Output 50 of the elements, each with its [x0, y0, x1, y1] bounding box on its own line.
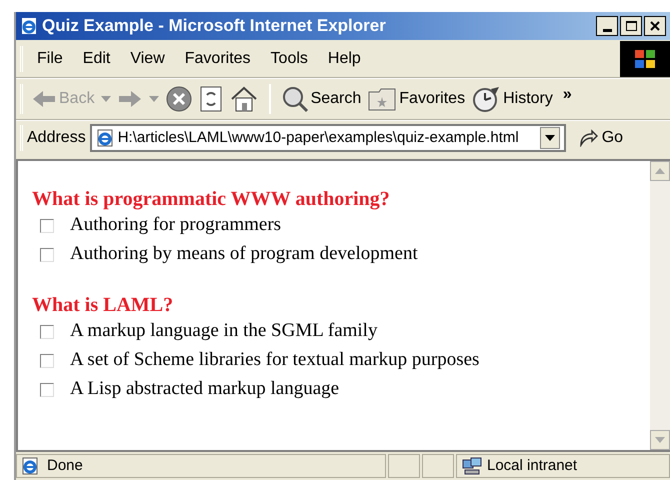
go-button[interactable]: Go	[578, 126, 624, 150]
menu-item[interactable]: File	[31, 46, 69, 70]
status-panel	[388, 454, 420, 478]
history-button[interactable]: History	[471, 85, 553, 113]
more-button[interactable]: »	[562, 83, 572, 107]
close-icon[interactable]	[644, 16, 666, 36]
menu-item[interactable]: Help	[322, 46, 367, 70]
caret-icon	[148, 96, 159, 102]
option-label: A markup language in the SGML family	[70, 319, 378, 344]
menu-item[interactable]: Favorites	[178, 46, 257, 70]
maximize-icon[interactable]	[620, 16, 642, 36]
status-panel	[422, 454, 454, 478]
network-icon	[461, 456, 483, 476]
home-icon[interactable]	[228, 85, 259, 113]
status-text: Done	[47, 456, 83, 476]
clock-icon	[471, 85, 502, 113]
option-label: A set of Scheme libraries for textual markup purposes	[70, 348, 480, 372]
checkbox[interactable]	[40, 324, 54, 338]
favorites-button[interactable]: Favorites	[367, 86, 466, 112]
checkbox[interactable]	[40, 218, 54, 232]
minimize-icon[interactable]	[596, 16, 618, 36]
folder-icon	[367, 86, 398, 112]
menu-item[interactable]: Edit	[76, 46, 116, 70]
checkbox[interactable]	[40, 382, 54, 396]
address-field[interactable]: H:\articles\LAML\www10-paper\examples\quiz-example.html	[90, 124, 566, 152]
menu-item[interactable]: View	[124, 46, 171, 70]
stop-icon[interactable]	[164, 85, 193, 113]
page-icon	[96, 129, 114, 147]
option-label: Authoring by means of program development	[70, 242, 418, 266]
address-label: Address	[27, 128, 86, 148]
arrow-icon	[31, 89, 57, 109]
option-label: A Lisp abstracted markup language	[70, 377, 340, 402]
zone-text: Local intranet	[487, 456, 578, 476]
menu-item[interactable]: Tools	[264, 46, 314, 70]
refresh-icon[interactable]	[198, 85, 223, 113]
browser-icon	[20, 17, 38, 35]
question-heading: What is programmatic WWW authoring?	[32, 187, 391, 211]
question-heading: What is LAML?	[32, 293, 174, 317]
caret-icon	[100, 96, 111, 102]
page-icon	[21, 457, 39, 475]
flag-icon	[634, 48, 656, 68]
arrow-icon	[578, 129, 598, 147]
search-icon	[280, 85, 309, 113]
checkbox[interactable]	[40, 248, 54, 262]
caret-icon	[544, 135, 555, 141]
search-button[interactable]: Search	[280, 85, 362, 113]
window-title: Quiz Example - Microsoft Internet Explorer	[42, 15, 386, 38]
checkbox[interactable]	[40, 354, 54, 368]
option-label: Authoring for programmers	[70, 213, 282, 238]
dropdown-button[interactable]	[540, 127, 560, 149]
